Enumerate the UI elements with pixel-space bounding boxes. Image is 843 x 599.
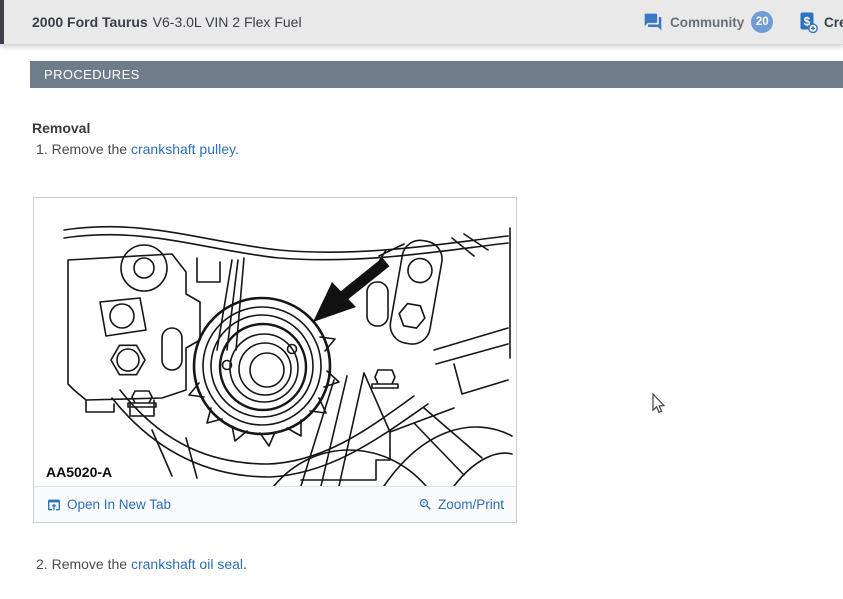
- community-button[interactable]: Community 20: [643, 0, 773, 44]
- zoom-print-label: Zoom/Print: [438, 497, 504, 512]
- step-2: 2. Remove the crankshaft oil seal.: [36, 556, 247, 572]
- zoom-print-link[interactable]: Zoom/Print: [418, 497, 504, 512]
- pointer-arrow: [313, 262, 386, 322]
- vehicle-title-bold: 2000 Ford Taurus: [32, 14, 148, 30]
- procedures-section-header[interactable]: PROCEDURES: [30, 61, 843, 88]
- figure-area: AA5020-A: [34, 198, 516, 486]
- vehicle-title: 2000 Ford Taurus V6-3.0L VIN 2 Flex Fuel: [32, 0, 302, 44]
- credits-button[interactable]: $ Cre: [797, 0, 843, 44]
- figure-card: AA5020-A Open In New Tab Zoom/Print: [33, 197, 517, 523]
- credits-label: Cre: [824, 15, 843, 30]
- crankshaft-oil-seal-link[interactable]: crankshaft oil seal: [131, 556, 243, 572]
- open-in-new-tab-link[interactable]: Open In New Tab: [46, 497, 171, 513]
- step-2-number: 2.: [36, 556, 48, 572]
- step-1-text: Remove the: [52, 141, 127, 157]
- page: 2000 Ford Taurus V6-3.0L VIN 2 Flex Fuel…: [0, 0, 843, 599]
- removal-heading: Removal: [32, 120, 90, 136]
- step-2-text: Remove the: [52, 556, 127, 572]
- vehicle-title-rest: V6-3.0L VIN 2 Flex Fuel: [153, 14, 302, 30]
- zoom-in-icon: [418, 497, 433, 512]
- step-2-suffix: .: [243, 556, 247, 572]
- open-in-new-tab-label: Open In New Tab: [67, 497, 171, 512]
- top-bar: 2000 Ford Taurus V6-3.0L VIN 2 Flex Fuel…: [0, 0, 843, 45]
- step-1: 1. Remove the crankshaft pulley.: [36, 141, 239, 157]
- step-1-number: 1.: [36, 141, 48, 157]
- open-in-browser-icon: [46, 497, 62, 513]
- crankshaft-pulley-link[interactable]: crankshaft pulley.: [131, 141, 239, 157]
- mouse-cursor: [651, 393, 667, 415]
- procedures-label: PROCEDURES: [44, 67, 140, 82]
- dollar-tag-plus-icon: $: [797, 11, 819, 33]
- figure-footer: Open In New Tab Zoom/Print: [34, 486, 516, 522]
- crankshaft-pulley-diagram: [34, 198, 516, 486]
- figure-label: AA5020-A: [46, 464, 112, 480]
- forum-icon: [643, 12, 663, 32]
- community-count-badge: 20: [751, 11, 773, 33]
- community-label: Community: [670, 15, 744, 30]
- left-edge-strip: [0, 0, 4, 44]
